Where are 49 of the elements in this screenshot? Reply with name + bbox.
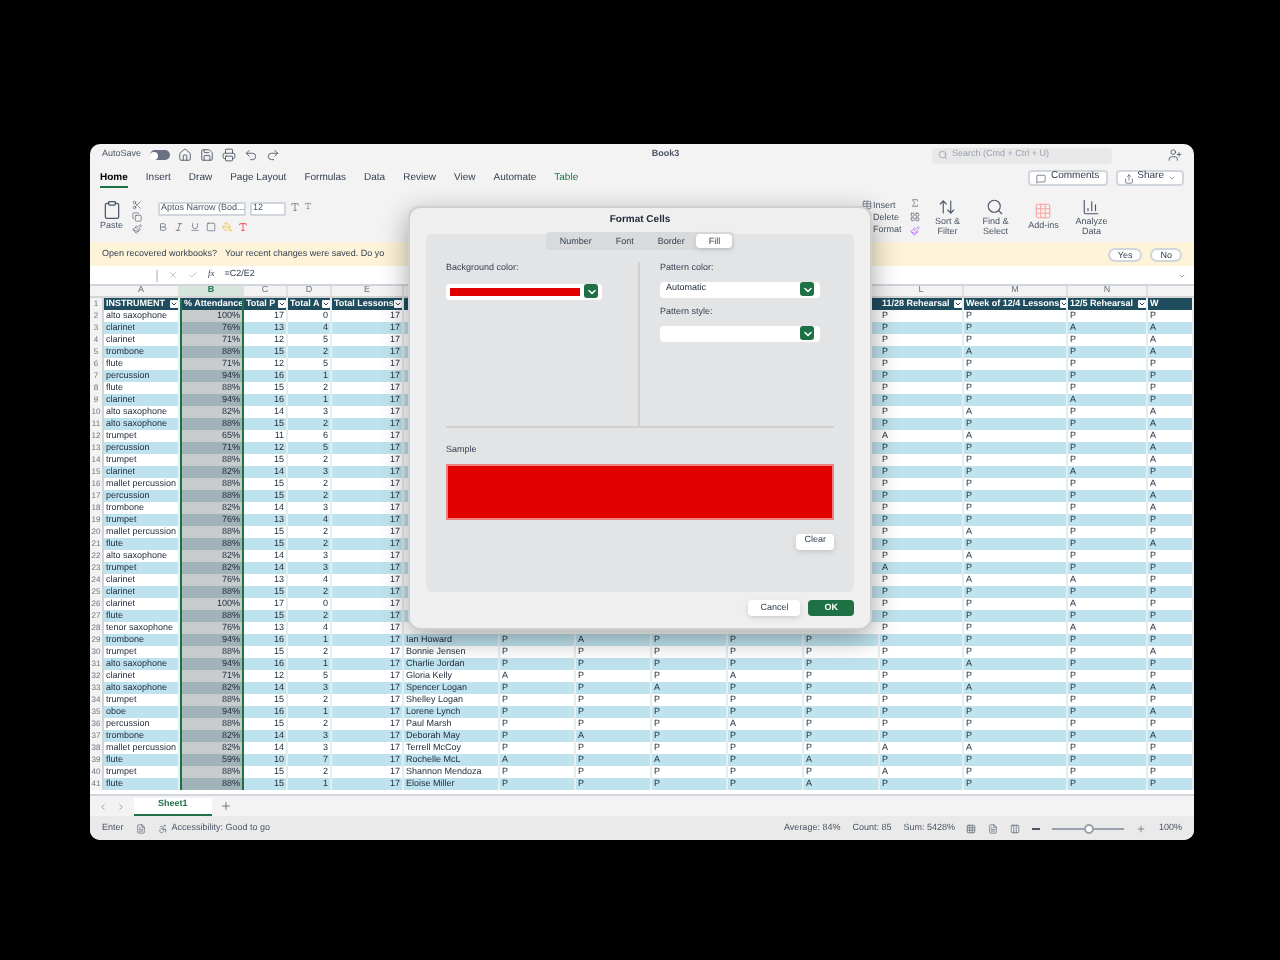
filter-dropdown-icon[interactable] bbox=[1137, 300, 1145, 308]
filter-dropdown-icon[interactable] bbox=[277, 300, 285, 308]
accessibility-icon bbox=[157, 823, 168, 833]
bold-icon bbox=[157, 221, 168, 231]
copy-icon bbox=[131, 211, 142, 221]
filter-dropdown-icon[interactable] bbox=[953, 300, 961, 308]
filter-dropdown-icon[interactable] bbox=[321, 300, 329, 308]
search-icon bbox=[938, 150, 948, 160]
italic-icon bbox=[173, 221, 184, 231]
chevron-icon bbox=[800, 326, 814, 340]
person-add-icon bbox=[1168, 148, 1182, 162]
sum-icon bbox=[909, 197, 920, 207]
chevron-icon bbox=[800, 282, 814, 297]
enter-icon bbox=[188, 270, 198, 280]
next-sheet-icon bbox=[116, 801, 126, 811]
search-icon bbox=[986, 197, 1005, 215]
slider-thumb[interactable] bbox=[1083, 823, 1094, 833]
filter-dropdown-icon[interactable] bbox=[393, 300, 402, 308]
comment-icon bbox=[1036, 173, 1047, 183]
font-color-icon bbox=[237, 221, 248, 231]
table-icon bbox=[861, 199, 872, 209]
grid-icon bbox=[1034, 202, 1053, 220]
save-icon bbox=[199, 148, 214, 162]
page-layout-icon bbox=[988, 823, 999, 833]
clipboard-icon bbox=[101, 199, 122, 220]
scissors-icon bbox=[131, 199, 142, 209]
fill-color-icon bbox=[221, 221, 232, 231]
filter-dropdown-icon[interactable] bbox=[1059, 300, 1066, 308]
chevron-icon bbox=[584, 284, 598, 299]
undo-icon bbox=[243, 148, 258, 162]
pattern-style-dropdown[interactable] bbox=[660, 325, 820, 341]
page-break-icon bbox=[1010, 823, 1021, 833]
underline-icon bbox=[189, 221, 200, 231]
previous-sheet-icon bbox=[98, 801, 108, 811]
zoom-in-icon bbox=[1136, 823, 1147, 833]
add-sheet-icon bbox=[219, 800, 232, 812]
shrink-font-icon bbox=[303, 201, 312, 209]
chart-icon bbox=[1082, 197, 1101, 215]
sort-icon bbox=[938, 197, 957, 215]
share-icon bbox=[1123, 173, 1134, 183]
brush-icon bbox=[131, 223, 142, 233]
autosave-toggle[interactable] bbox=[149, 150, 170, 160]
grow-font-icon bbox=[289, 201, 300, 211]
normal-view-icon bbox=[966, 823, 977, 833]
filter-dropdown-icon[interactable] bbox=[169, 300, 177, 308]
redo-icon bbox=[265, 148, 280, 162]
home-icon bbox=[177, 148, 192, 162]
print-icon bbox=[221, 148, 236, 162]
border-icon bbox=[205, 221, 216, 231]
